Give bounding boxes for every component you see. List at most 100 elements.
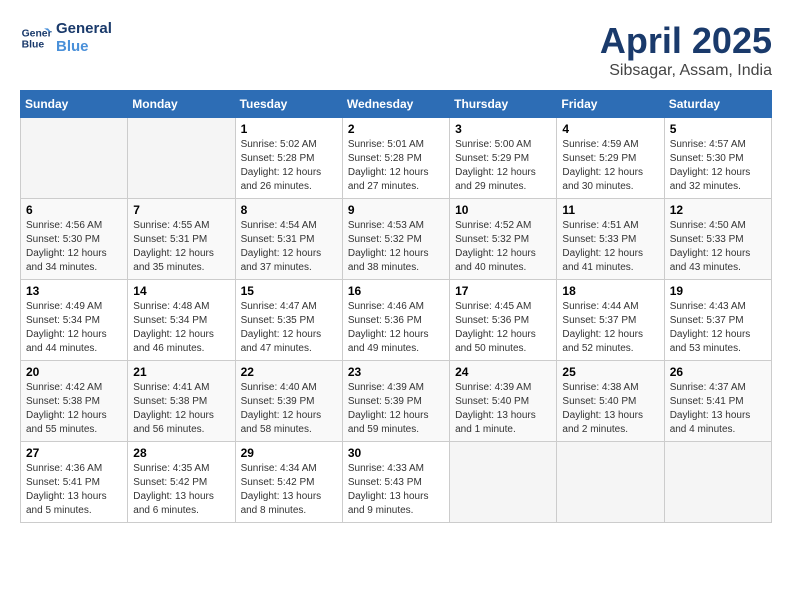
day-info: Sunrise: 4:35 AMSunset: 5:42 PMDaylight:… — [133, 462, 229, 518]
logo-blue: Blue — [56, 38, 112, 56]
calendar-cell: 10 Sunrise: 4:52 AMSunset: 5:32 PMDayligh… — [450, 199, 557, 280]
calendar-cell: 23 Sunrise: 4:39 AMSunset: 5:39 PMDayligh… — [342, 361, 449, 442]
day-info: Sunrise: 4:34 AMSunset: 5:42 PMDaylight:… — [241, 462, 337, 518]
day-number: 12 — [670, 203, 766, 217]
day-number: 7 — [133, 203, 229, 217]
day-info: Sunrise: 4:40 AMSunset: 5:39 PMDaylight:… — [241, 381, 337, 437]
header-row: SundayMondayTuesdayWednesdayThursdayFrid… — [21, 91, 772, 118]
header-cell-wednesday: Wednesday — [342, 91, 449, 118]
day-number: 14 — [133, 284, 229, 298]
day-info: Sunrise: 4:38 AMSunset: 5:40 PMDaylight:… — [562, 381, 658, 437]
day-number: 4 — [562, 122, 658, 136]
header-cell-saturday: Saturday — [664, 91, 771, 118]
calendar-cell: 29 Sunrise: 4:34 AMSunset: 5:42 PMDayligh… — [235, 442, 342, 523]
day-number: 5 — [670, 122, 766, 136]
calendar-cell: 30 Sunrise: 4:33 AMSunset: 5:43 PMDayligh… — [342, 442, 449, 523]
day-info: Sunrise: 5:01 AMSunset: 5:28 PMDaylight:… — [348, 138, 444, 194]
day-number: 9 — [348, 203, 444, 217]
day-number: 28 — [133, 446, 229, 460]
calendar-cell: 16 Sunrise: 4:46 AMSunset: 5:36 PMDayligh… — [342, 280, 449, 361]
day-number: 29 — [241, 446, 337, 460]
calendar-cell — [557, 442, 664, 523]
calendar-cell: 11Sunrise: 4:51 AMSunset: 5:33 PMDayligh… — [557, 199, 664, 280]
day-number: 15 — [241, 284, 337, 298]
day-info: Sunrise: 5:02 AMSunset: 5:28 PMDaylight:… — [241, 138, 337, 194]
day-number: 3 — [455, 122, 551, 136]
day-number: 27 — [26, 446, 122, 460]
day-info: Sunrise: 4:56 AMSunset: 5:30 PMDaylight:… — [26, 219, 122, 275]
calendar-cell: 14Sunrise: 4:48 AMSunset: 5:34 PMDayligh… — [128, 280, 235, 361]
day-number: 21 — [133, 365, 229, 379]
calendar-cell: 28 Sunrise: 4:35 AMSunset: 5:42 PMDayligh… — [128, 442, 235, 523]
day-number: 23 — [348, 365, 444, 379]
day-info: Sunrise: 4:46 AMSunset: 5:36 PMDaylight:… — [348, 300, 444, 356]
header-cell-sunday: Sunday — [21, 91, 128, 118]
day-info: Sunrise: 4:39 AMSunset: 5:39 PMDaylight:… — [348, 381, 444, 437]
day-number: 30 — [348, 446, 444, 460]
month-title: April 2025 — [600, 20, 772, 62]
location: Sibsagar, Assam, India — [600, 62, 772, 80]
header-cell-monday: Monday — [128, 91, 235, 118]
day-number: 22 — [241, 365, 337, 379]
calendar-cell: 26 Sunrise: 4:37 AMSunset: 5:41 PMDayligh… — [664, 361, 771, 442]
day-info: Sunrise: 5:00 AMSunset: 5:29 PMDaylight:… — [455, 138, 551, 194]
calendar-cell: 18Sunrise: 4:44 AMSunset: 5:37 PMDayligh… — [557, 280, 664, 361]
page-header: General Blue General Blue April 2025 Sib… — [20, 20, 772, 80]
week-row-1: 1 Sunrise: 5:02 AMSunset: 5:28 PMDaylight… — [21, 118, 772, 199]
day-info: Sunrise: 4:51 AMSunset: 5:33 PMDaylight:… — [562, 219, 658, 275]
day-info: Sunrise: 4:59 AMSunset: 5:29 PMDaylight:… — [562, 138, 658, 194]
day-number: 16 — [348, 284, 444, 298]
calendar-cell: 2 Sunrise: 5:01 AMSunset: 5:28 PMDaylight… — [342, 118, 449, 199]
calendar-cell: 3 Sunrise: 5:00 AMSunset: 5:29 PMDaylight… — [450, 118, 557, 199]
day-info: Sunrise: 4:43 AMSunset: 5:37 PMDaylight:… — [670, 300, 766, 356]
calendar-cell — [664, 442, 771, 523]
day-number: 25 — [562, 365, 658, 379]
calendar-cell: 15Sunrise: 4:47 AMSunset: 5:35 PMDayligh… — [235, 280, 342, 361]
calendar-cell: 4 Sunrise: 4:59 AMSunset: 5:29 PMDaylight… — [557, 118, 664, 199]
calendar-cell — [21, 118, 128, 199]
day-number: 8 — [241, 203, 337, 217]
day-info: Sunrise: 4:55 AMSunset: 5:31 PMDaylight:… — [133, 219, 229, 275]
calendar-cell: 7 Sunrise: 4:55 AMSunset: 5:31 PMDaylight… — [128, 199, 235, 280]
day-info: Sunrise: 4:36 AMSunset: 5:41 PMDaylight:… — [26, 462, 122, 518]
day-number: 10 — [455, 203, 551, 217]
day-number: 26 — [670, 365, 766, 379]
calendar-cell: 19 Sunrise: 4:43 AMSunset: 5:37 PMDayligh… — [664, 280, 771, 361]
week-row-5: 27 Sunrise: 4:36 AMSunset: 5:41 PMDayligh… — [21, 442, 772, 523]
calendar-cell: 13Sunrise: 4:49 AMSunset: 5:34 PMDayligh… — [21, 280, 128, 361]
day-info: Sunrise: 4:44 AMSunset: 5:37 PMDaylight:… — [562, 300, 658, 356]
day-number: 20 — [26, 365, 122, 379]
calendar-cell: 24Sunrise: 4:39 AMSunset: 5:40 PMDayligh… — [450, 361, 557, 442]
day-number: 2 — [348, 122, 444, 136]
day-number: 6 — [26, 203, 122, 217]
calendar-cell: 9 Sunrise: 4:53 AMSunset: 5:32 PMDaylight… — [342, 199, 449, 280]
day-info: Sunrise: 4:53 AMSunset: 5:32 PMDaylight:… — [348, 219, 444, 275]
day-number: 17 — [455, 284, 551, 298]
week-row-3: 13Sunrise: 4:49 AMSunset: 5:34 PMDayligh… — [21, 280, 772, 361]
calendar-cell: 5 Sunrise: 4:57 AMSunset: 5:30 PMDaylight… — [664, 118, 771, 199]
calendar-table: SundayMondayTuesdayWednesdayThursdayFrid… — [20, 90, 772, 523]
calendar-cell: 12 Sunrise: 4:50 AMSunset: 5:33 PMDayligh… — [664, 199, 771, 280]
day-number: 24 — [455, 365, 551, 379]
header-cell-tuesday: Tuesday — [235, 91, 342, 118]
day-info: Sunrise: 4:42 AMSunset: 5:38 PMDaylight:… — [26, 381, 122, 437]
day-info: Sunrise: 4:33 AMSunset: 5:43 PMDaylight:… — [348, 462, 444, 518]
header-cell-thursday: Thursday — [450, 91, 557, 118]
day-info: Sunrise: 4:54 AMSunset: 5:31 PMDaylight:… — [241, 219, 337, 275]
day-info: Sunrise: 4:37 AMSunset: 5:41 PMDaylight:… — [670, 381, 766, 437]
logo: General Blue General Blue — [20, 20, 112, 56]
calendar-cell: 8 Sunrise: 4:54 AMSunset: 5:31 PMDaylight… — [235, 199, 342, 280]
day-info: Sunrise: 4:57 AMSunset: 5:30 PMDaylight:… — [670, 138, 766, 194]
day-number: 1 — [241, 122, 337, 136]
day-info: Sunrise: 4:49 AMSunset: 5:34 PMDaylight:… — [26, 300, 122, 356]
day-info: Sunrise: 4:41 AMSunset: 5:38 PMDaylight:… — [133, 381, 229, 437]
day-info: Sunrise: 4:50 AMSunset: 5:33 PMDaylight:… — [670, 219, 766, 275]
day-info: Sunrise: 4:52 AMSunset: 5:32 PMDaylight:… — [455, 219, 551, 275]
title-section: April 2025 Sibsagar, Assam, India — [600, 20, 772, 80]
day-number: 19 — [670, 284, 766, 298]
day-info: Sunrise: 4:45 AMSunset: 5:36 PMDaylight:… — [455, 300, 551, 356]
calendar-cell: 27 Sunrise: 4:36 AMSunset: 5:41 PMDayligh… — [21, 442, 128, 523]
week-row-4: 20 Sunrise: 4:42 AMSunset: 5:38 PMDayligh… — [21, 361, 772, 442]
svg-text:Blue: Blue — [22, 40, 45, 51]
logo-icon: General Blue — [20, 22, 52, 54]
